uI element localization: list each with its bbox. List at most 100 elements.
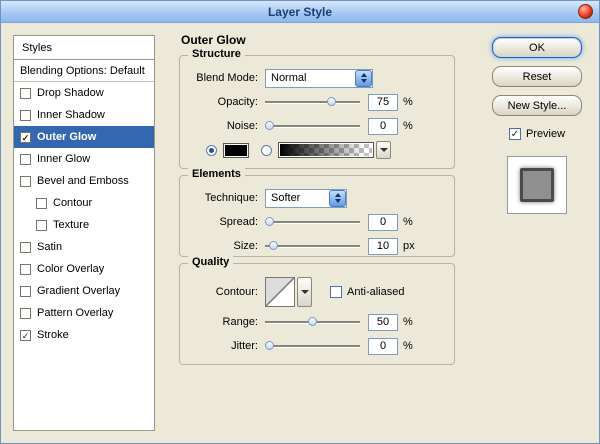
style-item-checkbox[interactable] bbox=[20, 175, 31, 187]
style-item-drop-shadow[interactable]: Drop Shadow bbox=[14, 82, 154, 104]
style-item-checkbox[interactable] bbox=[20, 263, 31, 275]
reset-button[interactable]: Reset bbox=[492, 66, 582, 87]
noise-input[interactable] bbox=[368, 117, 398, 135]
opacity-slider-thumb[interactable] bbox=[326, 97, 336, 106]
layer-style-dialog: Layer Style Styles Blending Options: Def… bbox=[0, 0, 600, 444]
technique-select[interactable]: Softer bbox=[265, 188, 347, 208]
style-item-checkbox[interactable] bbox=[20, 241, 31, 253]
style-item-color-overlay[interactable]: Color Overlay bbox=[14, 258, 154, 280]
style-item-texture[interactable]: Texture bbox=[14, 214, 154, 236]
size-label: Size: bbox=[233, 240, 258, 252]
close-button[interactable] bbox=[578, 4, 593, 19]
technique-label: Technique: bbox=[204, 192, 258, 204]
style-item-label: Inner Shadow bbox=[37, 109, 105, 121]
style-item-checkbox[interactable] bbox=[36, 197, 47, 209]
preview-style-swatch bbox=[520, 168, 554, 202]
range-slider-thumb[interactable] bbox=[308, 317, 317, 326]
styles-panel: Styles Blending Options: Default Drop Sha… bbox=[13, 35, 155, 431]
ok-button[interactable]: OK bbox=[492, 37, 582, 58]
style-item-satin[interactable]: Satin bbox=[14, 236, 154, 258]
style-item-checkbox[interactable] bbox=[20, 87, 31, 99]
style-item-outer-glow[interactable]: ✓ Outer Glow bbox=[14, 126, 154, 148]
style-item-checkbox[interactable]: ✓ bbox=[20, 329, 31, 341]
size-input[interactable] bbox=[368, 237, 398, 255]
style-item-label: Satin bbox=[37, 241, 63, 253]
style-item-pattern-overlay[interactable]: Pattern Overlay bbox=[14, 302, 154, 324]
elements-group: Elements Technique: Softer Spread: 0 % S… bbox=[179, 168, 455, 258]
style-item-label: Outer Glow bbox=[37, 131, 97, 143]
gradient-radio[interactable] bbox=[261, 144, 272, 156]
slider-track bbox=[265, 221, 360, 223]
technique-stepper[interactable] bbox=[329, 189, 346, 207]
antialiased-checkbox[interactable] bbox=[330, 286, 342, 298]
range-slider[interactable] bbox=[265, 314, 360, 330]
style-item-checkbox[interactable]: ✓ bbox=[20, 131, 31, 143]
preview-checkbox[interactable]: ✓ bbox=[508, 128, 521, 140]
style-item-checkbox[interactable] bbox=[20, 109, 31, 121]
technique-value: Softer bbox=[271, 192, 301, 204]
noise-unit: % bbox=[403, 120, 413, 132]
style-item-checkbox[interactable] bbox=[20, 307, 31, 319]
style-item-label: Inner Glow bbox=[37, 153, 91, 165]
opacity-slider[interactable] bbox=[265, 94, 360, 110]
opacity-input[interactable] bbox=[368, 93, 398, 111]
style-item-bevel-and-emboss[interactable]: Bevel and Emboss bbox=[14, 170, 154, 192]
style-item-contour[interactable]: Contour bbox=[14, 192, 154, 214]
range-label: Range: bbox=[222, 316, 258, 328]
noise-label: Noise: bbox=[226, 120, 258, 132]
style-item-gradient-overlay[interactable]: Gradient Overlay bbox=[14, 280, 154, 302]
opacity-label: Opacity: bbox=[217, 96, 258, 108]
jitter-slider-thumb[interactable] bbox=[265, 341, 274, 350]
size-slider-thumb[interactable] bbox=[269, 241, 279, 250]
preview-label: Preview bbox=[525, 128, 566, 140]
style-item-blending-options-default[interactable]: Blending Options: Default bbox=[14, 60, 154, 82]
style-item-checkbox[interactable] bbox=[20, 285, 31, 297]
spread-input[interactable] bbox=[368, 213, 398, 231]
noise-slider-thumb[interactable] bbox=[265, 121, 274, 130]
blend-mode-stepper[interactable] bbox=[355, 69, 372, 87]
glow-color-swatch[interactable] bbox=[223, 142, 249, 158]
style-item-stroke[interactable]: ✓ Stroke bbox=[14, 324, 154, 346]
opacity-row: Opacity: % bbox=[180, 90, 454, 114]
style-item-inner-glow[interactable]: Inner Glow bbox=[14, 148, 154, 170]
preview-toggle[interactable]: ✓ Preview bbox=[508, 128, 566, 140]
style-item-inner-shadow[interactable]: Inner Shadow bbox=[14, 104, 154, 126]
size-slider[interactable] bbox=[265, 238, 360, 254]
range-input[interactable] bbox=[368, 313, 398, 331]
style-item-checkbox[interactable] bbox=[36, 219, 47, 231]
range-row: Range: % bbox=[180, 310, 454, 334]
preview-thumbnail bbox=[507, 156, 567, 214]
titlebar[interactable]: Layer Style bbox=[1, 1, 599, 23]
antialiased-toggle[interactable]: Anti-aliased bbox=[330, 286, 404, 298]
contour-thumbnail[interactable] bbox=[265, 277, 295, 307]
jitter-row: Jitter: % bbox=[180, 334, 454, 358]
quality-group-title: Quality bbox=[188, 256, 234, 268]
blend-mode-select[interactable]: Normal bbox=[265, 68, 373, 88]
gradient-swatch[interactable] bbox=[278, 142, 374, 158]
contour-curve-icon bbox=[265, 277, 295, 307]
spread-unit: % bbox=[403, 216, 413, 228]
spread-slider[interactable] bbox=[265, 214, 360, 230]
noise-row: Noise: % bbox=[180, 114, 454, 138]
jitter-slider[interactable] bbox=[265, 338, 360, 354]
size-unit: px bbox=[403, 240, 415, 252]
stepper-down-icon bbox=[360, 79, 367, 83]
style-item-label: Color Overlay bbox=[37, 263, 105, 275]
blend-mode-value: Normal bbox=[271, 72, 307, 84]
contour-picker-arrow-button[interactable] bbox=[297, 277, 312, 307]
jitter-input[interactable] bbox=[368, 337, 398, 355]
noise-slider[interactable] bbox=[265, 118, 360, 134]
panel-title: Outer Glow bbox=[181, 33, 246, 47]
slider-track bbox=[265, 245, 360, 247]
opacity-unit: % bbox=[403, 96, 413, 108]
gradient-picker-arrow-button[interactable] bbox=[376, 141, 391, 159]
style-item-label: Pattern Overlay bbox=[37, 307, 114, 319]
jitter-unit: % bbox=[403, 340, 413, 352]
size-row: Size: px bbox=[180, 234, 454, 258]
spread-slider-thumb[interactable] bbox=[265, 217, 274, 226]
color-radio[interactable] bbox=[206, 144, 217, 156]
new-style-button[interactable]: New Style... bbox=[492, 95, 582, 116]
style-item-label: Texture bbox=[53, 219, 90, 231]
stepper-up-icon bbox=[334, 193, 341, 197]
style-item-checkbox[interactable] bbox=[20, 153, 31, 165]
